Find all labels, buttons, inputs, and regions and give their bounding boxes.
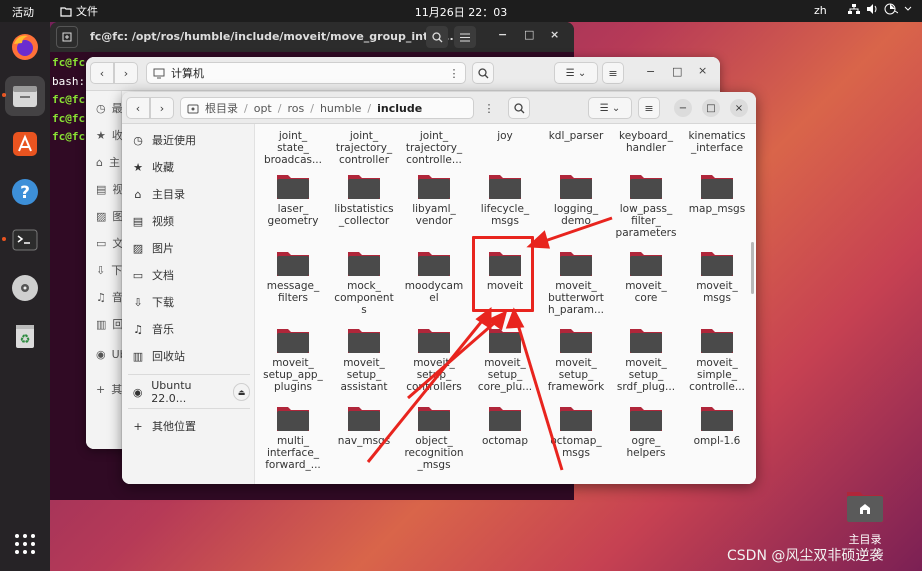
arrow-head (526, 230, 551, 249)
arrow-head (505, 307, 525, 329)
arrow (366, 315, 488, 463)
arrow (514, 317, 564, 471)
watermark: CSDN @风尘双非硕逆袭 (727, 548, 884, 564)
annotation-arrows (366, 216, 613, 471)
arrow (407, 316, 501, 400)
